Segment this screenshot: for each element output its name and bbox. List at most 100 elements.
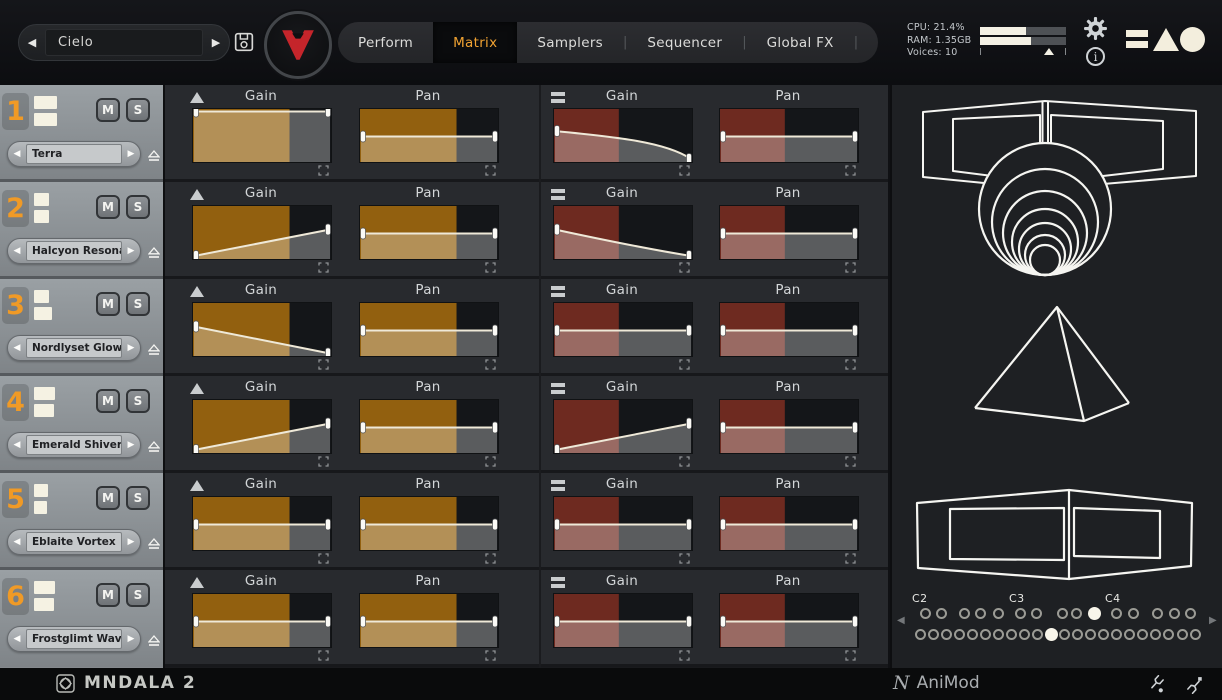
slot-preset-name[interactable]: Frostglimt Wave <box>26 629 122 649</box>
pitch-fork-button[interactable] <box>1186 675 1205 698</box>
white-key-dot[interactable] <box>1032 629 1044 640</box>
expand-icon[interactable] <box>485 165 496 176</box>
expand-icon[interactable] <box>845 262 856 273</box>
black-key-dot[interactable] <box>1184 608 1196 619</box>
slot-preset-next-icon[interactable]: ▶ <box>122 149 140 159</box>
preset-prev-icon[interactable]: ◀ <box>19 36 45 49</box>
white-key-dot-active[interactable] <box>1044 628 1058 641</box>
expand-icon[interactable] <box>845 456 856 467</box>
volume-slider[interactable] <box>980 48 1066 55</box>
white-key-dot[interactable] <box>927 629 939 640</box>
slot-preset-next-icon[interactable]: ▶ <box>122 440 140 450</box>
eject-button-4[interactable] <box>147 438 161 457</box>
slot-preset-next-icon[interactable]: ▶ <box>122 343 140 353</box>
black-key-dot[interactable] <box>1110 608 1122 619</box>
main-preset-selector[interactable]: ◀ Cielo ▶ <box>18 24 230 61</box>
tab-perform[interactable]: Perform <box>338 22 433 63</box>
expand-icon[interactable] <box>318 650 329 661</box>
envelope-graph-pan-r2c2[interactable] <box>359 205 499 260</box>
envelope-graph-gain-r5c3[interactable] <box>553 496 693 551</box>
slot-preset-selector-4[interactable]: ◀ Emerald Shiver ▶ <box>7 432 141 458</box>
animod-shape-pyramid[interactable] <box>892 295 1222 435</box>
range-prev-icon[interactable]: ◀ <box>897 615 905 626</box>
slot-preset-next-icon[interactable]: ▶ <box>122 537 140 547</box>
mute-button-6[interactable]: M <box>96 583 120 607</box>
envelope-graph-gain-r3c1[interactable] <box>192 302 332 357</box>
slot-preset-name[interactable]: Emerald Shiver <box>26 435 122 455</box>
mute-button-3[interactable]: M <box>96 292 120 316</box>
solo-button-6[interactable]: S <box>126 583 150 607</box>
envelope-graph-pan-r4c4[interactable] <box>719 399 859 454</box>
black-key-dot[interactable] <box>1030 608 1042 619</box>
slot-preset-selector-5[interactable]: ◀ Eblaite Vortex ▶ <box>7 529 141 555</box>
mute-button-2[interactable]: M <box>96 195 120 219</box>
slot-preset-selector-1[interactable]: ◀ Terra ▶ <box>7 141 141 167</box>
animod-shape-slab[interactable] <box>892 460 1222 590</box>
slot-preset-name[interactable]: Terra <box>26 144 122 164</box>
expand-icon[interactable] <box>679 553 690 564</box>
white-key-dot[interactable] <box>1006 629 1018 640</box>
envelope-graph-gain-r4c1[interactable] <box>192 399 332 454</box>
expand-icon[interactable] <box>679 650 690 661</box>
envelope-graph-pan-r1c2[interactable] <box>359 108 499 163</box>
eject-button-2[interactable] <box>147 244 161 263</box>
vendor-logo-button[interactable] <box>264 11 332 79</box>
info-button[interactable]: i <box>1086 47 1105 66</box>
envelope-graph-gain-r2c3[interactable] <box>553 205 693 260</box>
slot-preset-selector-3[interactable]: ◀ Nordlyset Glow ▶ <box>7 335 141 361</box>
expand-icon[interactable] <box>679 262 690 273</box>
solo-button-3[interactable]: S <box>126 292 150 316</box>
solo-button-2[interactable]: S <box>126 195 150 219</box>
envelope-graph-pan-r6c2[interactable] <box>359 593 499 648</box>
main-preset-name[interactable]: Cielo <box>45 29 203 56</box>
slot-preset-prev-icon[interactable]: ◀ <box>8 634 26 644</box>
slot-preset-name[interactable]: Halcyon Resonance <box>26 241 122 261</box>
white-key-dot[interactable] <box>953 629 965 640</box>
envelope-graph-pan-r1c4[interactable] <box>719 108 859 163</box>
white-key-dot[interactable] <box>1111 629 1122 640</box>
slot-preset-name[interactable]: Eblaite Vortex <box>26 532 122 552</box>
tab-matrix[interactable]: Matrix <box>433 22 518 63</box>
black-key-dot[interactable] <box>1127 608 1139 619</box>
expand-icon[interactable] <box>485 359 496 370</box>
envelope-graph-gain-r5c1[interactable] <box>192 496 332 551</box>
envelope-graph-pan-r6c4[interactable] <box>719 593 859 648</box>
solo-button-5[interactable]: S <box>126 486 150 510</box>
black-key-dot[interactable] <box>1168 608 1180 619</box>
expand-icon[interactable] <box>485 262 496 273</box>
envelope-graph-pan-r3c2[interactable] <box>359 302 499 357</box>
slot-preset-next-icon[interactable]: ▶ <box>122 634 140 644</box>
expand-icon[interactable] <box>679 165 690 176</box>
white-key-dot[interactable] <box>1058 629 1070 640</box>
expand-icon[interactable] <box>845 553 856 564</box>
slot-preset-prev-icon[interactable]: ◀ <box>8 343 26 353</box>
black-key-dot[interactable] <box>1070 608 1082 619</box>
envelope-graph-gain-r3c3[interactable] <box>553 302 693 357</box>
slot-preset-prev-icon[interactable]: ◀ <box>8 246 26 256</box>
range-next-icon[interactable]: ▶ <box>1209 615 1217 626</box>
expand-icon[interactable] <box>845 359 856 370</box>
white-key-dot[interactable] <box>993 629 1005 640</box>
animod-shape-cone[interactable] <box>892 85 1222 287</box>
expand-icon[interactable] <box>679 456 690 467</box>
envelope-graph-gain-r1c3[interactable] <box>553 108 693 163</box>
white-key-dot[interactable] <box>1137 629 1149 640</box>
save-button[interactable] <box>234 32 254 52</box>
white-key-dot[interactable] <box>1189 629 1201 640</box>
preset-next-icon[interactable]: ▶ <box>203 36 229 49</box>
envelope-graph-pan-r2c4[interactable] <box>719 205 859 260</box>
mute-button-4[interactable]: M <box>96 389 120 413</box>
tab-sequencer[interactable]: Sequencer <box>627 22 742 63</box>
expand-icon[interactable] <box>318 262 329 273</box>
black-key-dot[interactable] <box>935 608 947 619</box>
envelope-graph-pan-r5c2[interactable] <box>359 496 499 551</box>
eject-button-3[interactable] <box>147 341 161 360</box>
slot-preset-selector-2[interactable]: ◀ Halcyon Resonance ▶ <box>7 238 141 264</box>
black-key-dot-active[interactable] <box>1087 607 1101 620</box>
black-key-dot[interactable] <box>1151 608 1163 619</box>
slot-preset-next-icon[interactable]: ▶ <box>122 246 140 256</box>
solo-button-1[interactable]: S <box>126 98 150 122</box>
expand-icon[interactable] <box>845 650 856 661</box>
envelope-graph-pan-r5c4[interactable] <box>719 496 859 551</box>
white-key-dot[interactable] <box>1071 629 1083 640</box>
